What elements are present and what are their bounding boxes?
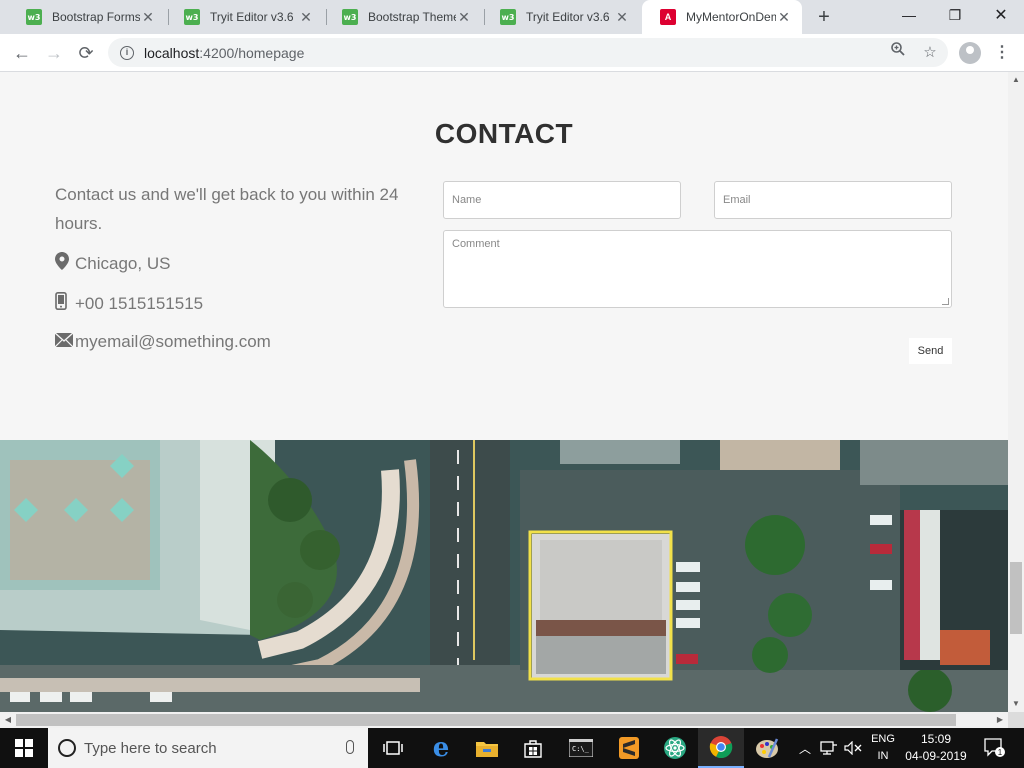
horizontal-scrollbar[interactable]: ◀ ▶ xyxy=(0,712,1008,728)
clock-date: 04-09-2019 xyxy=(905,749,967,763)
location-text: Chicago, US xyxy=(75,253,171,273)
start-button[interactable] xyxy=(0,728,48,768)
comment-placeholder: Comment xyxy=(452,238,500,250)
bookmark-star-icon[interactable]: ☆ xyxy=(916,39,944,67)
tab-bootstrap-theme[interactable]: w3 Bootstrap Theme ✕ xyxy=(324,0,482,34)
zoom-icon[interactable] xyxy=(884,39,912,67)
page-viewport: CONTACT Contact us and we'll get back to… xyxy=(0,72,1008,712)
angular-icon: A xyxy=(660,9,676,25)
close-icon[interactable]: ✕ xyxy=(298,9,314,26)
contact-heading: CONTACT xyxy=(434,118,574,149)
task-view-icon[interactable] xyxy=(370,728,416,768)
store-icon[interactable] xyxy=(510,728,556,768)
url-path: :4200/homepage xyxy=(199,44,305,61)
chrome-icon[interactable] xyxy=(698,728,744,768)
vertical-scrollbar[interactable]: ▲ ▼ xyxy=(1008,72,1024,712)
menu-kebab-icon[interactable]: ⋮ xyxy=(992,39,1012,67)
tab-title: Bootstrap Forms xyxy=(52,10,140,24)
send-button[interactable]: Send xyxy=(909,338,952,364)
microphone-icon[interactable] xyxy=(346,740,354,754)
contact-intro: Contact us and we'll get back to you wit… xyxy=(55,185,399,233)
show-hidden-icons-chevron-icon[interactable]: ︿ xyxy=(796,728,814,768)
vertical-scroll-thumb[interactable] xyxy=(1010,562,1022,634)
reload-button[interactable]: ⟳ xyxy=(72,39,100,67)
tab-title: Bootstrap Theme xyxy=(368,10,456,24)
name-input[interactable]: Name xyxy=(443,181,681,219)
volume-muted-icon[interactable] xyxy=(842,728,864,768)
map-marker-icon xyxy=(55,252,75,275)
close-icon[interactable]: ✕ xyxy=(140,9,156,26)
scrollbar-corner xyxy=(1008,712,1024,728)
language-region: IN xyxy=(877,750,889,762)
phone-text: +00 1515151515 xyxy=(75,293,204,313)
tab-title: MyMentorOnDem xyxy=(686,10,776,24)
comment-textarea[interactable]: Comment xyxy=(443,230,952,308)
tab-mymentorondemand[interactable]: A MyMentorOnDem ✕ xyxy=(642,0,802,34)
phone-icon xyxy=(55,292,75,315)
forward-button[interactable]: → xyxy=(40,39,68,67)
tab-title: Tryit Editor v3.6 xyxy=(526,10,610,24)
profile-avatar[interactable] xyxy=(959,42,981,64)
close-icon[interactable]: ✕ xyxy=(456,9,472,26)
tab-title: Tryit Editor v3.6 xyxy=(210,10,294,24)
name-placeholder: Name xyxy=(452,194,482,206)
scroll-right-icon[interactable]: ▶ xyxy=(992,712,1008,728)
paint-icon[interactable] xyxy=(744,728,790,768)
language-code: ENG xyxy=(871,733,895,745)
windows-logo-icon xyxy=(15,739,33,757)
svg-text:C:\_: C:\_ xyxy=(572,745,590,753)
email-placeholder: Email xyxy=(723,194,751,206)
envelope-icon xyxy=(54,331,75,352)
back-button[interactable]: ← xyxy=(8,39,36,67)
minimize-button[interactable]: — xyxy=(886,0,932,30)
scroll-left-icon[interactable]: ◀ xyxy=(0,712,16,728)
tab-tryit-editor-2[interactable]: w3 Tryit Editor v3.6 ✕ xyxy=(482,0,640,34)
tab-tryit-editor-1[interactable]: w3 Tryit Editor v3.6 ✕ xyxy=(166,0,324,34)
browser-tab-strip: w3 Bootstrap Forms ✕ w3 Tryit Editor v3.… xyxy=(0,0,1024,34)
search-placeholder: Type here to search xyxy=(84,739,217,757)
w3schools-icon: w3 xyxy=(184,9,200,25)
taskbar-clock[interactable]: 15:09 04-09-2019 xyxy=(900,731,972,765)
restore-button[interactable]: ❐ xyxy=(932,0,978,30)
sublime-text-icon[interactable] xyxy=(606,728,652,768)
cortana-icon xyxy=(58,739,76,757)
scroll-down-icon[interactable]: ▼ xyxy=(1008,696,1024,712)
file-explorer-icon[interactable] xyxy=(464,728,510,768)
browser-toolbar: ← → ⟳ i localhost:4200/homepage ☆ xyxy=(0,34,1024,72)
aerial-city-photo xyxy=(0,440,1008,712)
atom-editor-icon[interactable] xyxy=(652,728,698,768)
new-tab-button[interactable]: + xyxy=(812,5,836,29)
command-prompt-icon[interactable]: C:\_ xyxy=(558,728,604,768)
email-text: myemail@something.com xyxy=(75,332,271,351)
close-icon[interactable]: ✕ xyxy=(614,9,630,26)
contact-location: Chicago, US xyxy=(55,252,170,275)
w3schools-icon: w3 xyxy=(342,9,358,25)
scroll-up-icon[interactable]: ▲ xyxy=(1008,72,1024,88)
clock-time: 15:09 xyxy=(920,732,952,746)
horizontal-scroll-thumb[interactable] xyxy=(16,714,956,726)
w3schools-icon: w3 xyxy=(26,9,42,25)
email-input[interactable]: Email xyxy=(714,181,952,219)
action-center-icon[interactable]: 1 xyxy=(980,728,1010,768)
notification-count: 1 xyxy=(998,748,1003,757)
windows-taskbar: Type here to search e C:\_ ︿ ENG IN 15:0… xyxy=(0,728,1024,768)
w3schools-icon: w3 xyxy=(500,9,516,25)
input-language-indicator[interactable]: ENG IN xyxy=(866,731,900,765)
contact-email: myemail@something.com xyxy=(54,331,271,352)
address-bar[interactable]: i localhost:4200/homepage xyxy=(108,38,948,67)
close-icon[interactable]: ✕ xyxy=(776,9,792,26)
taskbar-search-box[interactable]: Type here to search xyxy=(48,728,368,768)
close-window-button[interactable]: ✕ xyxy=(978,0,1024,30)
edge-browser-icon[interactable]: e xyxy=(418,728,464,768)
url-host: localhost xyxy=(144,44,200,61)
network-icon[interactable] xyxy=(818,728,840,768)
resize-handle-icon[interactable] xyxy=(942,298,949,305)
tab-bootstrap-forms[interactable]: w3 Bootstrap Forms ✕ xyxy=(8,0,166,34)
contact-phone: +00 1515151515 xyxy=(55,292,203,315)
info-icon[interactable]: i xyxy=(120,45,134,60)
